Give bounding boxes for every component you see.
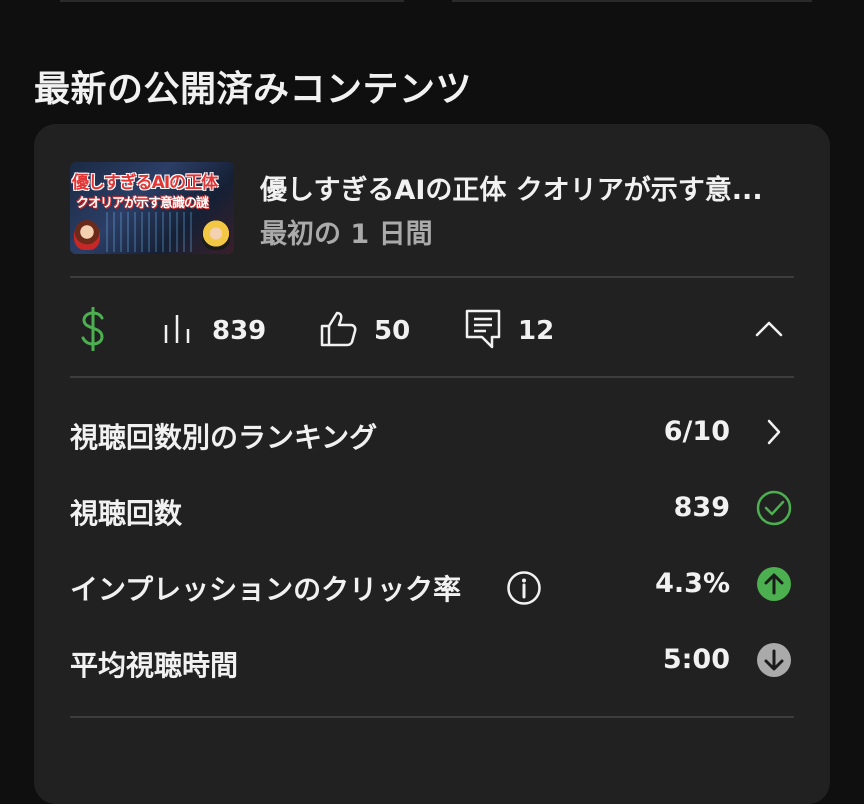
arrow-down-circle-icon bbox=[754, 640, 794, 680]
comments-stat[interactable]: 12 bbox=[464, 294, 554, 368]
comments-count: 12 bbox=[518, 316, 555, 346]
section-title: 最新の公開済みコンテンツ bbox=[34, 69, 473, 110]
thumbnail-text-line1: 優しすぎるAIの正体 bbox=[72, 173, 218, 193]
video-period: 最初の 1 日間 bbox=[260, 219, 433, 250]
bar-chart-icon bbox=[160, 311, 196, 351]
top-strip-segment bbox=[452, 0, 812, 2]
chevron-right-icon[interactable] bbox=[754, 412, 794, 452]
views-count: 839 bbox=[212, 316, 267, 346]
thumbnail-character-right bbox=[202, 220, 230, 250]
revenue-stat[interactable] bbox=[78, 294, 108, 368]
check-circle-icon bbox=[754, 488, 794, 528]
dollar-icon bbox=[78, 306, 108, 355]
metric-label: 視聴回数 bbox=[70, 497, 183, 530]
divider bbox=[70, 716, 794, 718]
metric-row-avg-duration: 平均視聴時間 5:00 bbox=[70, 634, 794, 690]
top-strip bbox=[0, 0, 864, 6]
metric-label: 平均視聴時間 bbox=[70, 649, 239, 682]
metric-row-ranking[interactable]: 視聴回数別のランキング 6/10 bbox=[70, 406, 794, 462]
chevron-up-icon bbox=[754, 319, 784, 343]
thumbnail-text-line2: クオリアが示す意識の謎 bbox=[76, 196, 209, 211]
video-thumbnail[interactable]: 優しすぎるAIの正体 クオリアが示す意識の謎 bbox=[70, 162, 234, 254]
comment-icon bbox=[464, 308, 502, 354]
top-strip-segment bbox=[60, 0, 404, 2]
likes-count: 50 bbox=[374, 316, 411, 346]
info-icon[interactable] bbox=[506, 570, 542, 610]
metric-value: 839 bbox=[673, 492, 730, 523]
metric-row-views: 視聴回数 839 bbox=[70, 482, 794, 538]
latest-content-card: 優しすぎるAIの正体 クオリアが示す意識の謎 優しすぎるAIの正体 クオリアが示… bbox=[34, 124, 830, 804]
thumbnail-background bbox=[106, 212, 196, 252]
metric-label: 視聴回数別のランキング bbox=[70, 421, 378, 454]
metric-label: インプレッションのクリック率 bbox=[70, 573, 462, 606]
metric-value: 5:00 bbox=[662, 644, 730, 675]
divider bbox=[70, 276, 794, 278]
arrow-up-circle-icon bbox=[754, 564, 794, 604]
metric-value: 4.3% bbox=[655, 568, 730, 599]
divider bbox=[70, 376, 794, 378]
thumbs-up-icon bbox=[318, 309, 358, 353]
video-title[interactable]: 優しすぎるAIの正体 クオリアが示す意... bbox=[260, 168, 800, 207]
thumbnail-character-left bbox=[74, 220, 100, 250]
quick-stats-row: 839 50 12 bbox=[70, 294, 794, 368]
metric-value: 6/10 bbox=[663, 416, 730, 447]
collapse-button[interactable] bbox=[754, 294, 784, 368]
views-stat[interactable]: 839 bbox=[160, 294, 266, 368]
metric-row-ctr: インプレッションのクリック率 4.3% bbox=[70, 558, 794, 614]
likes-stat[interactable]: 50 bbox=[318, 294, 410, 368]
